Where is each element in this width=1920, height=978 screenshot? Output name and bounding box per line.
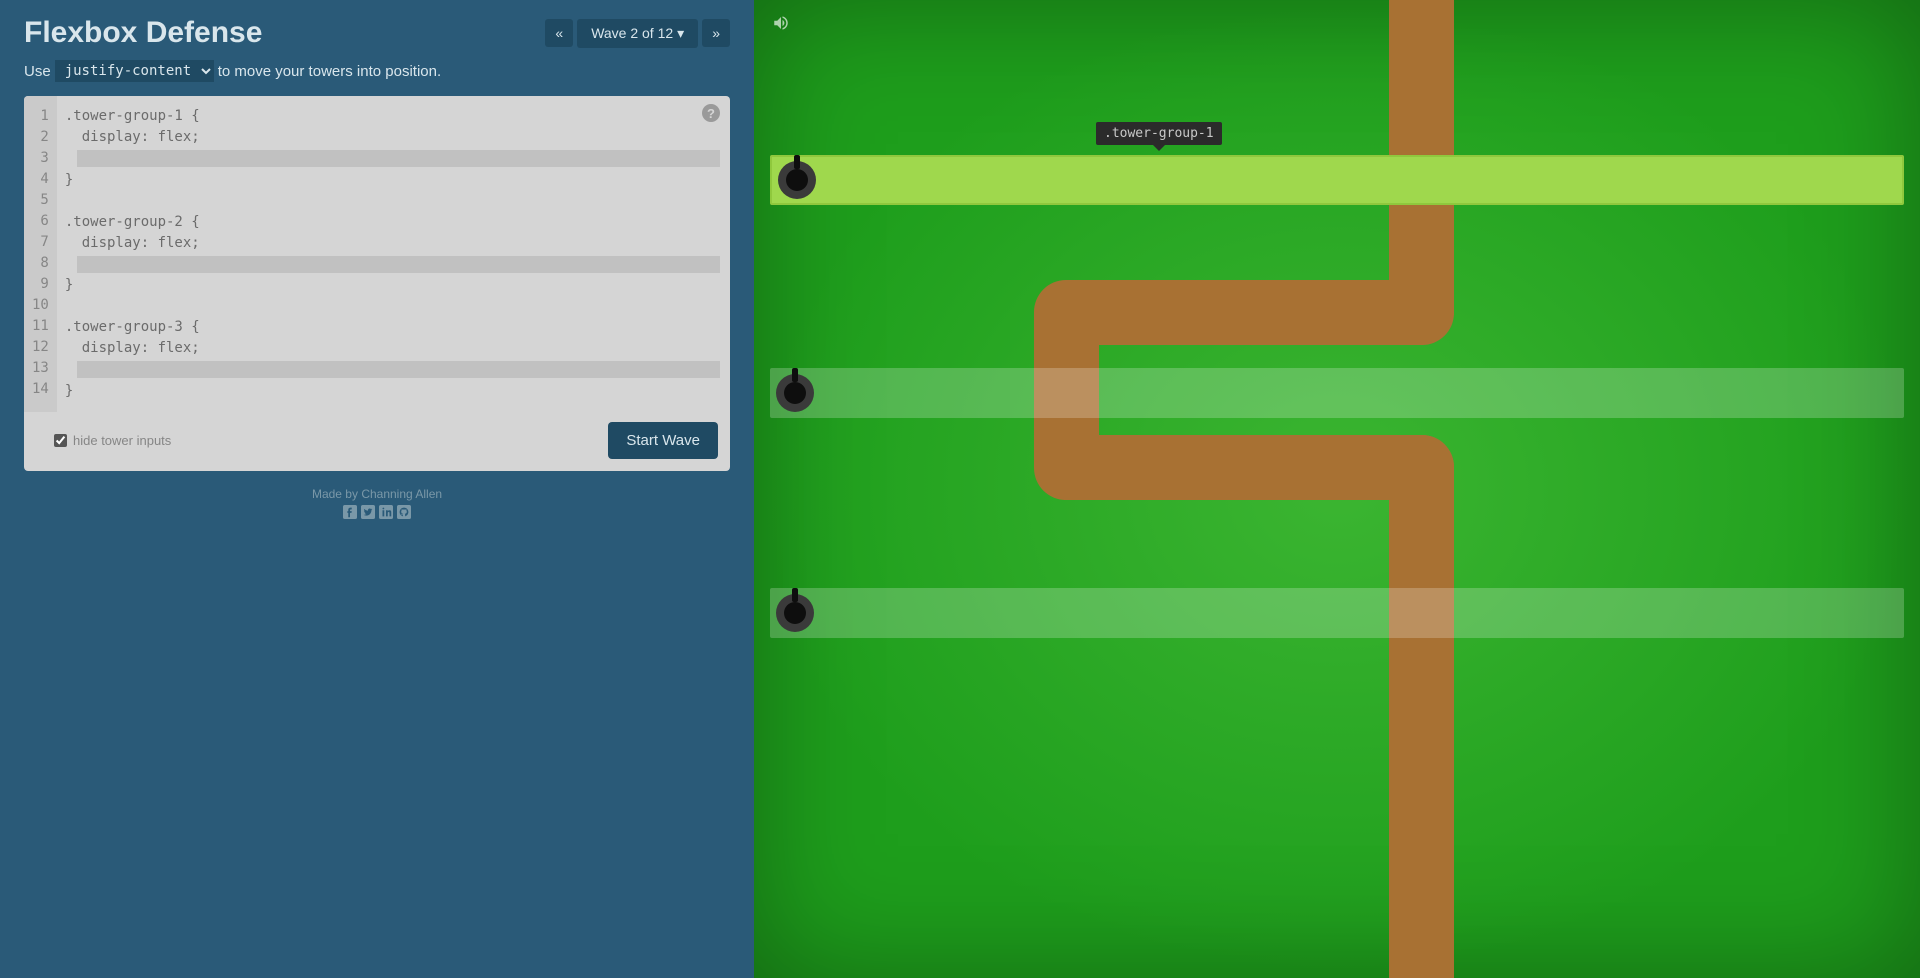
code-line: display: flex; [65, 127, 720, 148]
tower-group-2[interactable] [770, 368, 1904, 418]
code-line: } [65, 275, 720, 296]
path-segment [1389, 435, 1454, 695]
twitter-icon[interactable] [361, 505, 375, 519]
tower-group-1[interactable] [770, 155, 1904, 205]
left-panel: Flexbox Defense « Wave 2 of 12 ▾ » Use j… [0, 0, 754, 978]
gutter-line: 6 [28, 211, 53, 232]
gutter-line: 11 [28, 316, 53, 337]
social-links [24, 505, 730, 519]
gutter-line: 3 [28, 148, 53, 169]
sound-icon[interactable] [772, 14, 790, 32]
code-line: } [65, 381, 720, 402]
next-wave-button[interactable]: » [702, 19, 730, 47]
facebook-icon[interactable] [343, 505, 357, 519]
page-title: Flexbox Defense [24, 16, 262, 50]
gutter-line: 7 [28, 232, 53, 253]
tower-barrel [792, 588, 798, 602]
css-input[interactable] [77, 256, 720, 273]
tower-barrel [792, 368, 798, 382]
credits: Made by Channing Allen [24, 487, 730, 519]
help-icon[interactable]: ? [702, 104, 720, 122]
code-area: .tower-group-1 { display: flex;} .tower-g… [57, 96, 730, 412]
code-line [65, 296, 720, 317]
code-line: .tower-group-3 { [65, 317, 720, 338]
hide-inputs-label: hide tower inputs [73, 433, 171, 448]
code-line [65, 191, 720, 212]
gutter: 1234567891011121314 [24, 96, 57, 412]
wave-label: Wave 2 of 12 [591, 25, 673, 41]
code-line: } [65, 170, 720, 191]
code-line: display: flex; [65, 233, 720, 254]
gutter-line: 4 [28, 169, 53, 190]
gutter-line: 14 [28, 379, 53, 400]
caret-down-icon: ▾ [677, 25, 684, 42]
game-board: .tower-group-1 [754, 0, 1920, 978]
instruction-prefix: Use [24, 63, 51, 80]
wave-select-button[interactable]: Wave 2 of 12 ▾ [577, 19, 698, 48]
path-segment [1064, 435, 1424, 500]
gutter-line: 12 [28, 337, 53, 358]
header-row: Flexbox Defense « Wave 2 of 12 ▾ » [24, 16, 730, 50]
tower[interactable] [778, 161, 816, 199]
start-wave-button[interactable]: Start Wave [608, 422, 718, 459]
css-input[interactable] [77, 150, 720, 167]
gutter-line: 13 [28, 358, 53, 379]
github-icon[interactable] [397, 505, 411, 519]
linkedin-icon[interactable] [379, 505, 393, 519]
code-line: display: flex; [65, 338, 720, 359]
tower-group-3[interactable] [770, 588, 1904, 638]
prev-wave-button[interactable]: « [545, 19, 573, 47]
css-input[interactable] [77, 361, 720, 378]
gutter-line: 5 [28, 190, 53, 211]
hide-inputs-checkbox[interactable]: hide tower inputs [54, 433, 171, 448]
code-editor: ? 1234567891011121314 .tower-group-1 { d… [24, 96, 730, 471]
tower-barrel [794, 155, 800, 169]
gutter-line: 1 [28, 106, 53, 127]
code-line: .tower-group-2 { [65, 212, 720, 233]
gutter-line: 8 [28, 253, 53, 274]
instruction-suffix: to move your towers into position. [218, 63, 441, 80]
gutter-line: 9 [28, 274, 53, 295]
tower-group-tooltip: .tower-group-1 [1096, 122, 1222, 145]
hide-inputs-input[interactable] [54, 434, 67, 447]
property-select[interactable]: justify-content [55, 60, 214, 82]
credits-text: Made by Channing Allen [24, 487, 730, 501]
gutter-line: 10 [28, 295, 53, 316]
path-segment [1389, 660, 1454, 978]
path-segment [1389, 280, 1454, 345]
editor-footer: hide tower inputs Start Wave [24, 412, 730, 471]
tower[interactable] [776, 594, 814, 632]
code-line: .tower-group-1 { [65, 106, 720, 127]
path-segment [1064, 280, 1424, 345]
wave-nav: « Wave 2 of 12 ▾ » [545, 19, 730, 48]
tower[interactable] [776, 374, 814, 412]
gutter-line: 2 [28, 127, 53, 148]
instruction-text: Use justify-content to move your towers … [24, 60, 730, 82]
